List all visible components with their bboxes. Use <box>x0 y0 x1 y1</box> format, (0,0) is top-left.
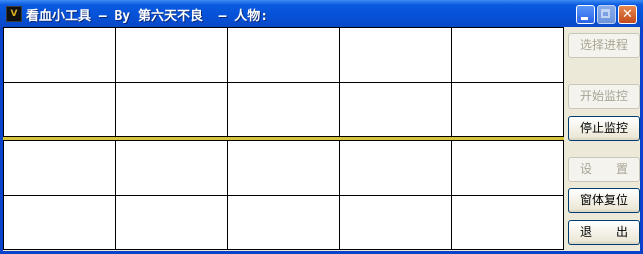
grid-cell[interactable] <box>115 81 229 136</box>
top-grid <box>3 27 564 137</box>
grid-cell[interactable] <box>450 81 563 136</box>
window-title: 看血小工具 — By 第六天不良 — 人物: <box>26 9 269 24</box>
grid-cell[interactable] <box>115 28 229 83</box>
minimize-icon <box>581 17 588 20</box>
grid-cell[interactable] <box>115 141 229 196</box>
grid-cell[interactable] <box>338 194 452 249</box>
grid-cell[interactable] <box>450 28 563 83</box>
grid-cell[interactable] <box>450 194 563 249</box>
table-row <box>4 28 563 83</box>
grid-cell[interactable] <box>4 141 117 196</box>
grid-cell[interactable] <box>450 141 563 196</box>
table-row <box>4 81 563 136</box>
grid-cell[interactable] <box>338 141 452 196</box>
table-row <box>4 141 563 196</box>
app-window: V 看血小工具 — By 第六天不良 — 人物: ✕ 选择进程 开始监控 停止监… <box>0 0 643 254</box>
grid-cell[interactable] <box>4 81 117 136</box>
exit-button[interactable]: 退 出 <box>568 220 640 245</box>
maximize-button <box>597 5 616 24</box>
grid-cell[interactable] <box>338 28 452 83</box>
stop-monitor-button[interactable]: 停止监控 <box>568 116 640 141</box>
grid-cell[interactable] <box>338 81 452 136</box>
title-bar[interactable]: V 看血小工具 — By 第六天不良 — 人物: ✕ <box>0 0 643 27</box>
grid-cell[interactable] <box>227 194 340 249</box>
close-icon: ✕ <box>622 7 633 22</box>
maximize-icon <box>601 9 610 18</box>
bottom-grid <box>3 140 564 250</box>
reset-window-button[interactable]: 窗体复位 <box>568 188 640 213</box>
table-row <box>4 194 563 249</box>
grid-cell[interactable] <box>115 194 229 249</box>
select-process-button[interactable]: 选择进程 <box>568 33 640 58</box>
grid-cell[interactable] <box>227 141 340 196</box>
app-icon: V <box>6 6 22 22</box>
close-button[interactable]: ✕ <box>618 5 637 24</box>
grid-cell[interactable] <box>4 194 117 249</box>
grid-cell[interactable] <box>227 81 340 136</box>
grid-cell[interactable] <box>227 28 340 83</box>
grid-cell[interactable] <box>4 28 117 83</box>
start-monitor-button[interactable]: 开始监控 <box>568 84 640 109</box>
settings-button[interactable]: 设 置 <box>568 157 640 182</box>
minimize-button[interactable] <box>576 5 595 24</box>
